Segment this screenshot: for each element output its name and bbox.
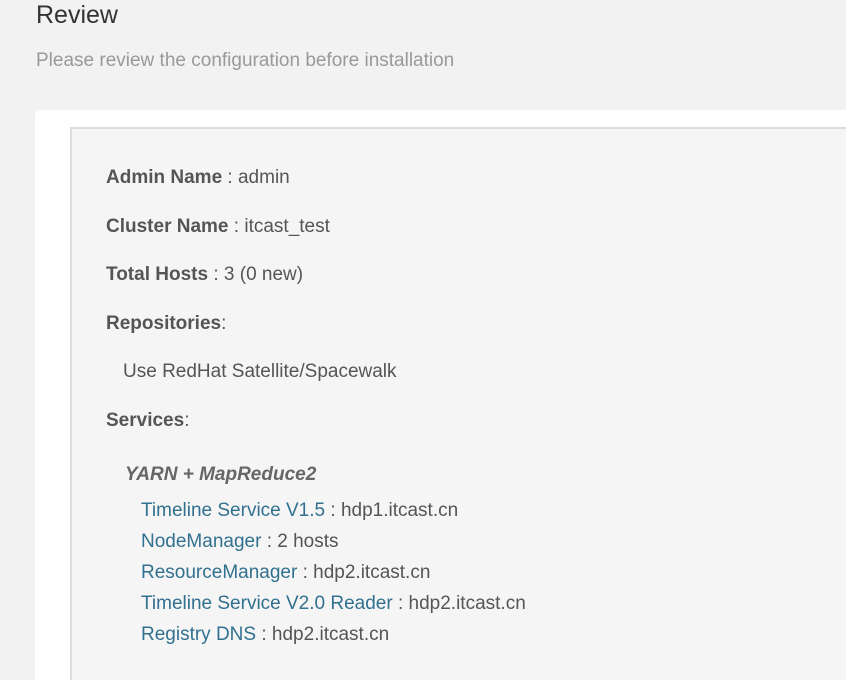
component-host: hdp2.itcast.cn <box>408 593 526 614</box>
total-hosts-row: Total Hosts : 3 (0 new) <box>106 262 303 288</box>
admin-name-separator: : <box>222 167 238 188</box>
services-row: Services: <box>106 408 189 434</box>
repositories-value: Use RedHat Satellite/Spacewalk <box>123 361 397 382</box>
admin-name-value: admin <box>237 167 290 188</box>
cluster-name-label: Cluster Name <box>106 216 229 237</box>
repositories-row: Repositories: <box>106 311 226 337</box>
page-title: Review <box>36 1 118 29</box>
component-link-timeline-service-v15[interactable]: Timeline Service V1.5 <box>141 500 325 521</box>
component-link-registry-dns[interactable]: Registry DNS <box>141 624 256 645</box>
cluster-name-row: Cluster Name : itcast_test <box>106 214 330 240</box>
component-row: Registry DNS : hdp2.itcast.cn <box>141 622 389 648</box>
component-host: hdp2.itcast.cn <box>271 624 390 645</box>
component-separator: : <box>256 624 272 645</box>
total-hosts-separator: : <box>208 264 224 285</box>
cluster-name-separator: : <box>228 216 245 237</box>
service-name-yarn: YARN + MapReduce2 <box>125 464 317 485</box>
total-hosts-label: Total Hosts <box>106 264 209 285</box>
services-label: Services <box>106 410 185 431</box>
component-separator: : <box>325 500 341 521</box>
component-link-resourcemanager[interactable]: ResourceManager <box>141 562 297 583</box>
component-separator: : <box>392 593 409 614</box>
component-row: NodeManager : 2 hosts <box>141 529 339 555</box>
component-link-timeline-service-v20-reader[interactable]: Timeline Service V2.0 Reader <box>141 593 393 614</box>
component-row: Timeline Service V1.5 : hdp1.itcast.cn <box>141 498 458 524</box>
component-host: hdp2.itcast.cn <box>313 562 431 583</box>
admin-name-row: Admin Name : admin <box>106 165 290 191</box>
component-separator: : <box>297 562 314 583</box>
component-separator: : <box>261 531 278 552</box>
total-hosts-value: 3 (0 new) <box>223 264 304 285</box>
component-row: ResourceManager : hdp2.itcast.cn <box>141 560 430 586</box>
component-host: 2 hosts <box>277 531 339 552</box>
admin-name-label: Admin Name <box>106 167 223 188</box>
component-row: Timeline Service V2.0 Reader : hdp2.itca… <box>141 591 526 617</box>
page-subtitle: Please review the configuration before i… <box>36 50 455 71</box>
cluster-name-value: itcast_test <box>244 216 330 237</box>
component-link-nodemanager[interactable]: NodeManager <box>141 531 261 552</box>
component-host: hdp1.itcast.cn <box>340 500 459 521</box>
repositories-separator: : <box>221 313 227 334</box>
services-separator: : <box>184 410 190 431</box>
repositories-label: Repositories <box>106 313 222 334</box>
